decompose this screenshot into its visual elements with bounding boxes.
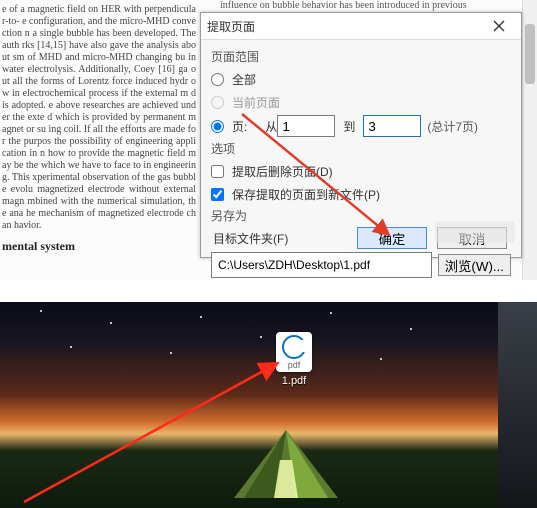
pdf-badge-text: pdf	[288, 360, 301, 370]
corner-watermark	[435, 221, 515, 243]
document-left-column-text: e of a magnetic field on HER with perpen…	[0, 0, 198, 252]
chk-delete-label: 提取后删除页面(D)	[232, 163, 333, 180]
radio-page-range[interactable]: 页:	[211, 118, 247, 135]
section-label-page-range: 页面范围	[211, 48, 511, 65]
radio-all-pages[interactable]: 全部	[211, 71, 256, 88]
dialog-body: 页面范围 全部 当前页面 页: 从 到 (总计7页) 选项 提取后删除页面(D)…	[201, 40, 521, 284]
document-right-column-text: influence on bubble behavior has been in…	[220, 0, 520, 11]
desktop-file-label: 1.pdf	[272, 375, 316, 387]
radio-current-label: 当前页面	[232, 94, 280, 111]
vertical-scrollbar[interactable]	[522, 0, 537, 280]
total-pages-hint: (总计7页)	[427, 118, 478, 135]
radio-current-page[interactable]: 当前页面	[211, 94, 280, 111]
page-from-input[interactable]	[277, 115, 335, 137]
desktop-file-icon[interactable]: pdf 1.pdf	[272, 332, 316, 387]
doc-left-text: e of a magnetic field on HER with perpen…	[2, 4, 196, 231]
ok-button[interactable]: 确定	[357, 227, 427, 249]
extract-pages-dialog: 提取页面 页面范围 全部 当前页面 页: 从 到 (总计7页) 选项	[200, 12, 522, 258]
section-label-options: 选项	[211, 140, 511, 157]
output-path-input[interactable]	[211, 252, 432, 278]
checkbox-delete-after-extract[interactable]: 提取后删除页面(D)	[211, 163, 333, 180]
radio-all-label: 全部	[232, 71, 256, 88]
dialog-titlebar: 提取页面	[201, 13, 521, 40]
chk-save-label: 保存提取的页面到新文件(P)	[232, 186, 380, 203]
to-label: 到	[343, 118, 355, 135]
folder-field-label: 目标文件夹(F)	[213, 230, 288, 247]
desktop-wallpaper: pdf 1.pdf	[0, 302, 498, 508]
scrollbar-thumb[interactable]	[525, 24, 535, 84]
pdf-file-icon: pdf	[276, 332, 312, 372]
close-button[interactable]	[483, 16, 515, 36]
from-label: 从	[265, 118, 277, 135]
doc-section-heading: mental system	[2, 240, 196, 252]
taskbar-right-strip	[498, 302, 537, 508]
tent-illustration	[226, 426, 346, 502]
dialog-title: 提取页面	[207, 18, 255, 35]
page-to-input[interactable]	[363, 115, 421, 137]
browse-button[interactable]: 浏览(W)...	[438, 254, 511, 276]
checkbox-save-to-new-file[interactable]: 保存提取的页面到新文件(P)	[211, 186, 380, 203]
radio-range-label: 页:	[232, 118, 247, 135]
close-icon	[493, 20, 505, 32]
screenshot-frame: { "doc_left_text": "e of a magnetic fiel…	[0, 0, 537, 508]
edge-glyph-icon	[282, 335, 306, 359]
night-sky	[0, 302, 498, 392]
